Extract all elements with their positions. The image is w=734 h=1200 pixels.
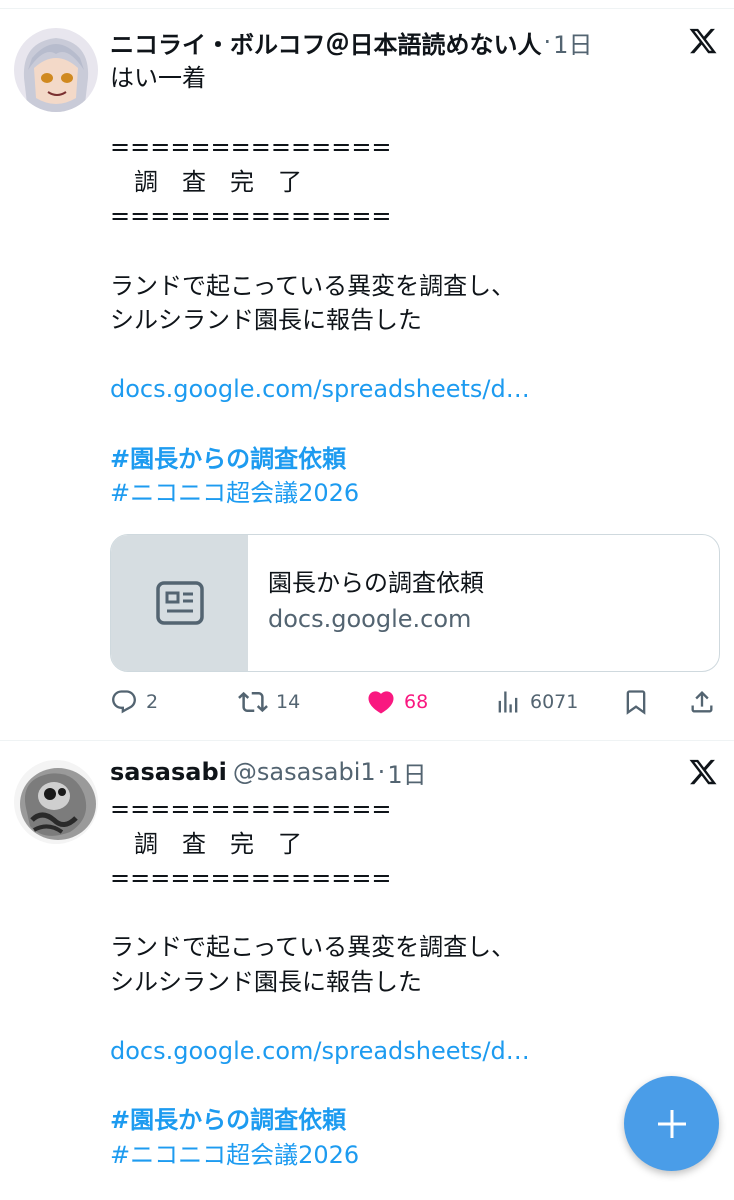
bookmark-button[interactable] [622,682,650,722]
card-domain: docs.google.com [268,605,472,633]
retweet-count: 14 [276,691,301,713]
text-line [110,896,720,931]
tweet-header: ニコライ・ボルコフ＠日本語読めない人 · 1日 [110,24,592,60]
hashtag-link[interactable]: #園長からの調査依頼 [110,442,720,477]
tweet[interactable]: ニコライ・ボルコフ＠日本語読めない人 · 1日 はい一着 ===========… [0,0,734,740]
reply-count: 2 [146,691,159,713]
separator-dot: · [377,758,386,786]
text-line: ============== [110,864,392,893]
link-preview-card[interactable]: 園長からの調査依頼 docs.google.com [110,534,720,672]
timestamp[interactable]: 1日 [387,755,426,790]
retweet-button[interactable]: 14 [238,682,300,722]
text-line: シルシランド園長に報告した [110,306,422,335]
plus-icon [657,1109,686,1138]
card-title: 園長からの調査依頼 [268,569,484,597]
share-button[interactable] [688,682,716,722]
tweet-link[interactable]: docs.google.com/spreadsheets/d… [110,1034,720,1069]
avatar[interactable] [14,28,98,112]
hashtag-link[interactable]: #ニコニコ超会議2026 [110,476,720,511]
text-line: ランドで起こっている異変を調査し、 [110,271,516,300]
tweet-actions: 2 14 68 6071 [110,682,720,722]
x-logo-icon [688,757,718,787]
text-line: ランドで起こっている異変を調査し、 [110,933,516,962]
views-button[interactable]: 6071 [494,682,578,722]
views-count: 6071 [530,691,579,713]
author-handle[interactable]: @sasasabi1 [233,758,376,786]
reply-icon [112,690,136,714]
text-line [110,96,720,131]
text-line: 調 査 完 了 [110,829,302,858]
text-line [110,338,720,373]
retweet-icon [238,691,268,713]
text-line: ============== [110,133,392,162]
reply-button[interactable]: 2 [110,682,158,722]
separator-dot: · [543,28,552,56]
tweet-link[interactable]: docs.google.com/spreadsheets/d… [110,372,720,407]
heart-icon [368,691,394,714]
text-line [110,234,720,269]
like-button[interactable]: 68 [366,682,428,722]
x-logo-icon [688,26,718,56]
timestamp[interactable]: 1日 [553,25,592,60]
like-count: 68 [404,691,429,713]
compose-button[interactable] [624,1076,719,1171]
text-line [110,1000,720,1035]
author-name[interactable]: ニコライ・ボルコフ＠日本語読めない人 [110,25,542,60]
bookmark-icon [626,690,646,715]
text-line: シルシランド園長に報告した [110,967,422,996]
tweet-header: sasasabi @sasasabi1 · 1日 [110,754,427,790]
text-line: はい一着 [110,64,206,92]
share-icon [691,691,713,713]
views-icon [498,691,518,713]
text-line: ============== [110,795,392,823]
article-icon [155,581,204,625]
text-line: ============== [110,202,392,231]
author-name[interactable]: sasasabi [110,758,227,786]
text-line: 調 査 完 了 [110,167,302,196]
tweet-text: はい一着 ============== 調 査 完 了 ============… [110,61,720,511]
card-thumbnail [111,535,248,671]
avatar[interactable] [14,760,98,844]
